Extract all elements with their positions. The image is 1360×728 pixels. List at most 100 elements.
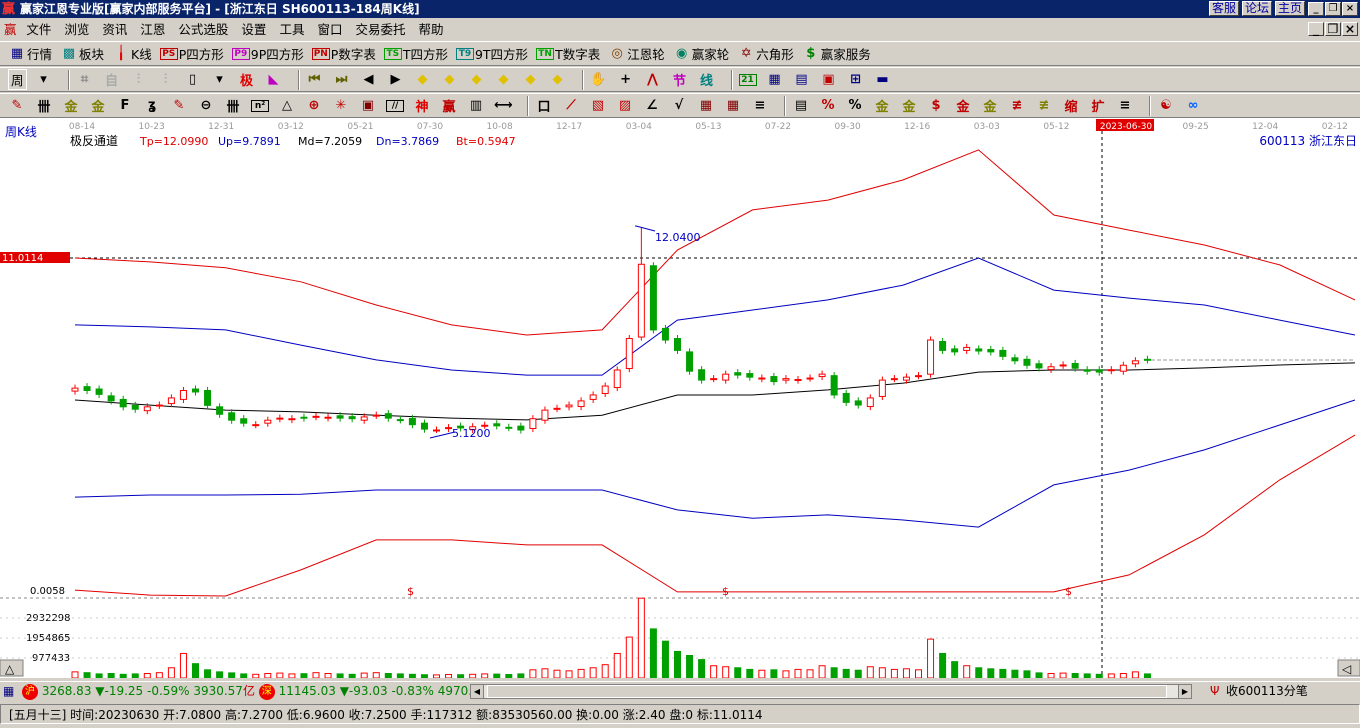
fib-button[interactable]: F — [116, 98, 135, 113]
diamond-left-button[interactable]: ◆ — [414, 72, 433, 87]
infinity-button[interactable]: ∞ — [1184, 98, 1203, 113]
prev-button[interactable]: ◀ — [360, 72, 379, 87]
gold-line2-button[interactable]: 金 — [900, 96, 919, 115]
angle-button[interactable]: ∠ — [643, 98, 662, 113]
percent-button[interactable]: % — [846, 98, 865, 113]
network-button[interactable]: ⊞ — [847, 72, 866, 87]
sector-grid-button[interactable]: ▩ 板块 — [60, 44, 104, 63]
diamond-star-button[interactable]: ◆ — [522, 72, 541, 87]
kline-chart[interactable]: 08-14 10-23 12-31 03-12 05-21 07-30 10-08 12-17… — [0, 118, 1360, 678]
calculator-icon[interactable]: ▦ — [3, 682, 14, 701]
crosshair-button[interactable]: + — [617, 72, 636, 87]
scroll-right-icon[interactable]: ▶ — [1178, 685, 1191, 698]
god-button[interactable]: 神 — [413, 96, 432, 115]
home-button[interactable]: 主页 — [1275, 1, 1306, 16]
spiral-button[interactable]: ʓ — [143, 98, 162, 113]
last-button[interactable]: ⏭ — [333, 72, 352, 87]
bus-button[interactable]: ▬ — [874, 72, 893, 87]
ts-button[interactable]: TS T四方形 — [383, 44, 448, 63]
n2-button[interactable]: n² — [251, 99, 270, 112]
gold3-button[interactable]: 金 — [954, 96, 973, 115]
winner-wheel-button[interactable]: ◉ 赢家轮 — [673, 44, 729, 63]
fan4-button[interactable]: ≢ — [1035, 98, 1054, 113]
child-minimize-icon[interactable]: _ — [1308, 22, 1324, 36]
gold2-button[interactable]: 金 — [89, 96, 108, 115]
kline-button[interactable]: ╽ K线 — [112, 44, 152, 63]
candle-type-button[interactable]: ▯ — [184, 72, 203, 87]
v-button[interactable]: √ — [670, 98, 689, 113]
menu-item[interactable]: 文件 — [26, 22, 51, 37]
gann-wheel-button[interactable]: ◎ 江恩轮 — [608, 44, 665, 63]
gold1-button[interactable]: 金 — [62, 96, 81, 115]
festival-button[interactable]: 节 — [671, 70, 690, 89]
range-button[interactable]: ▥ — [467, 98, 486, 113]
menu-item[interactable]: 浏览 — [64, 22, 89, 37]
grid-button[interactable]: ▦ — [697, 98, 716, 113]
quotes-table-button[interactable]: ▦ 行情 — [8, 44, 52, 63]
circle-button[interactable]: ⊖ — [197, 98, 216, 113]
fan3-button[interactable]: ≢ — [1008, 98, 1027, 113]
calculator-button[interactable]: ▦ — [766, 72, 785, 87]
measure-button[interactable]: ⟷ — [494, 98, 513, 113]
dollar-button[interactable]: $ 赢家服务 — [802, 44, 871, 63]
next-button[interactable]: ▶ — [387, 72, 406, 87]
triangle-button[interactable]: △ — [278, 98, 297, 113]
restore-icon[interactable]: ❐ — [1325, 2, 1341, 16]
scroll-thumb[interactable] — [487, 685, 1167, 698]
win-button[interactable]: 赢 — [440, 96, 459, 115]
notes-button[interactable]: ▤ — [793, 72, 812, 87]
flag-button[interactable]: ◣ — [265, 72, 284, 87]
pn-button[interactable]: PN P数字表 — [311, 44, 376, 63]
yinyang-button[interactable]: ☯ — [1157, 98, 1176, 113]
tn-button[interactable]: TN T数字表 — [536, 44, 600, 63]
period-select[interactable]: 周 — [8, 69, 27, 90]
child-close-icon[interactable]: × — [1342, 22, 1358, 36]
calendar-button[interactable]: 21 — [738, 73, 758, 86]
lines-button[interactable]: 卌 — [224, 96, 243, 115]
wave-button[interactable]: ⋀ — [644, 72, 663, 87]
menu-item[interactable]: 资讯 — [102, 22, 127, 37]
menu-item[interactable]: 交易委托 — [355, 22, 405, 37]
first-button[interactable]: ⏮ — [306, 72, 325, 87]
diamond-up-button[interactable]: ◆ — [468, 72, 487, 87]
lines4-button[interactable]: 卌 — [35, 96, 54, 115]
menu-item[interactable]: 工具 — [279, 22, 304, 37]
t9-button[interactable]: T9 9T四方形 — [455, 44, 528, 63]
menu-item[interactable]: 帮助 — [418, 22, 443, 37]
menu-item[interactable]: 设置 — [241, 22, 266, 37]
grid2-button[interactable]: ▦ — [724, 98, 743, 113]
pen-button[interactable]: ✎ — [8, 98, 27, 113]
enlarge-button[interactable]: 扩 — [1089, 96, 1108, 115]
parallel-button[interactable]: ≡ — [751, 98, 770, 113]
line-button[interactable]: 线 — [698, 70, 717, 89]
minimize-icon[interactable]: _ — [1308, 2, 1324, 16]
menu-item[interactable]: 窗口 — [317, 22, 342, 37]
child-restore-icon[interactable]: ❐ — [1325, 22, 1341, 36]
bars-button[interactable]: ≡ — [1116, 98, 1135, 113]
p9-button[interactable]: P9 9P四方形 — [231, 44, 304, 63]
fan-button[interactable]: ✎ — [170, 98, 189, 113]
service-button[interactable]: 客服 — [1209, 1, 1240, 16]
chevron-down-button[interactable]: ▾ — [211, 72, 230, 87]
forum-button[interactable]: 论坛 — [1242, 1, 1273, 16]
diamond-x-button[interactable]: ◆ — [495, 72, 514, 87]
ticker-scrollbar[interactable]: ◀ ▶ — [470, 684, 1192, 699]
star-button[interactable]: ✳ — [332, 98, 351, 113]
money-button[interactable]: $ — [927, 98, 946, 113]
ps-button[interactable]: PS P四方形 — [159, 44, 224, 63]
menu-item[interactable]: 江恩 — [140, 22, 165, 37]
table-button[interactable]: ▤ — [792, 98, 811, 113]
scroll-left-icon[interactable]: ◀ — [471, 685, 484, 698]
box-button[interactable]: 口 — [535, 96, 554, 115]
gold-line-button[interactable]: 金 — [873, 96, 892, 115]
menu-item[interactable]: 公式选股 — [178, 22, 228, 37]
grid-fan-button[interactable]: ▧ — [589, 98, 608, 113]
bars-button[interactable]: ⫶ — [130, 72, 149, 87]
doc-button[interactable]: 自 — [103, 70, 122, 89]
fan-lines-button[interactable]: ⟋ — [562, 98, 581, 113]
diamond-right-button[interactable]: ◆ — [441, 72, 460, 87]
bars9-button[interactable]: ⫶ — [157, 72, 176, 87]
shrink-button[interactable]: 缩 — [1062, 96, 1081, 115]
target-button[interactable]: ⊕ — [305, 98, 324, 113]
extreme-button[interactable]: 极 — [238, 70, 257, 89]
